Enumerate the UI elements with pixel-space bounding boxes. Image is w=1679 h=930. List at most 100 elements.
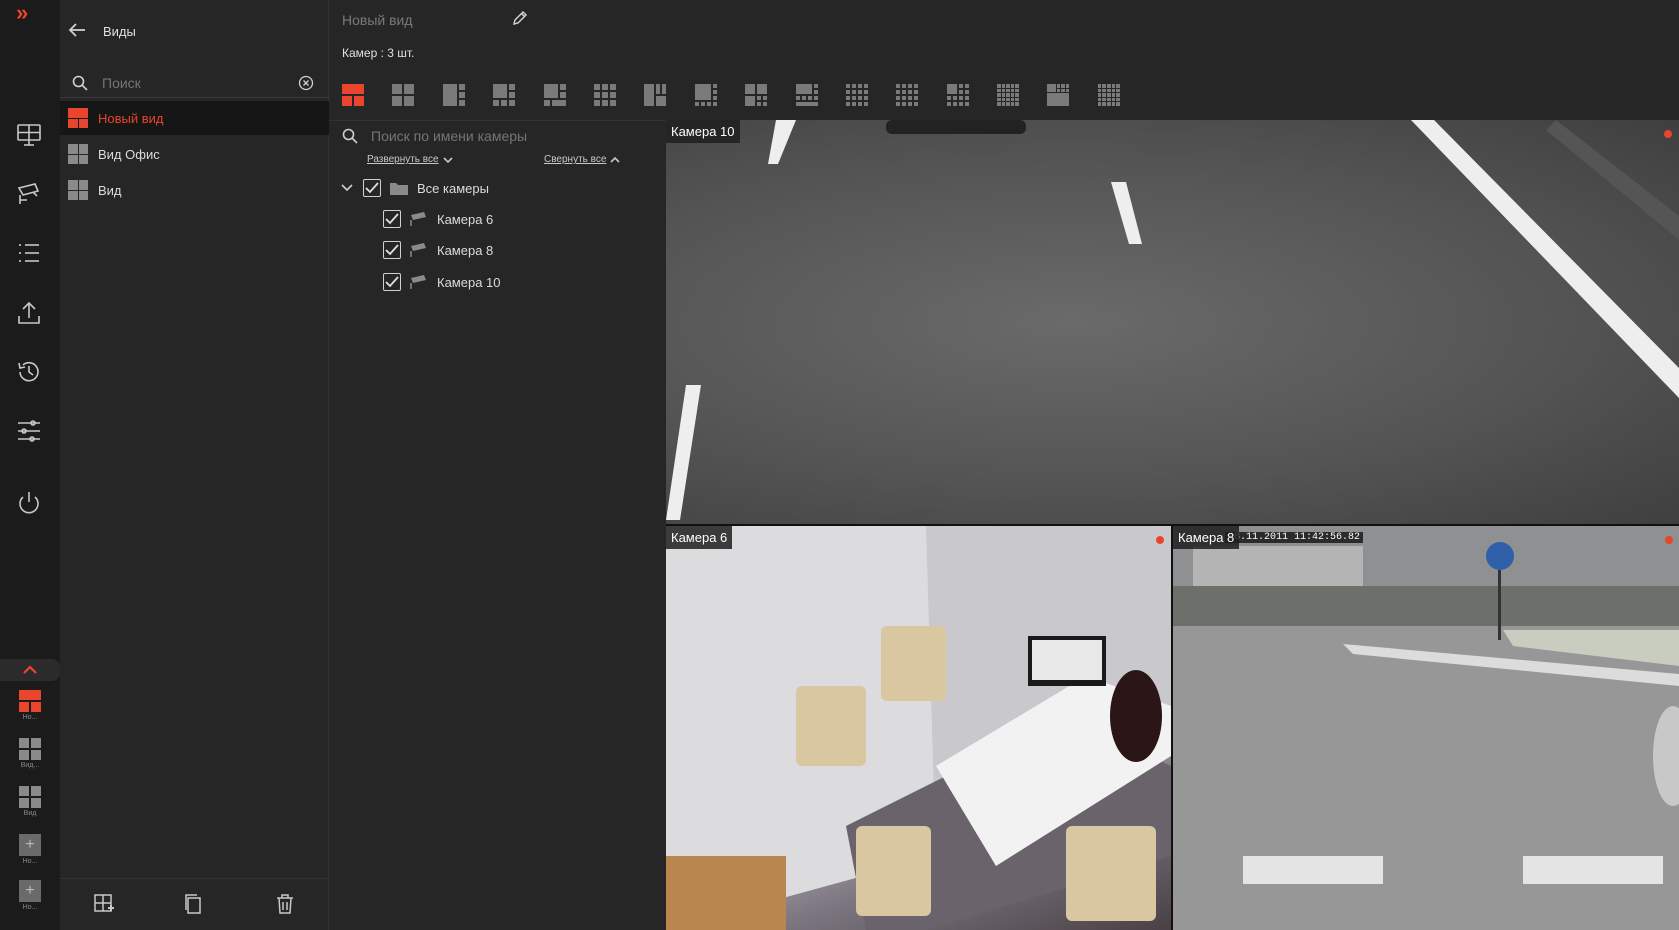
camera-icon[interactable] [12, 177, 46, 211]
layout-option-13[interactable] [946, 84, 969, 106]
upload-icon[interactable] [12, 296, 46, 330]
collapse-quick-views-button[interactable] [0, 659, 60, 681]
folder-icon [390, 183, 408, 195]
recording-dot [1156, 536, 1164, 544]
camera-title: Камера 6 [666, 526, 733, 549]
copy-icon [185, 894, 201, 914]
view-item-new[interactable]: Новый вид [60, 101, 329, 135]
edit-name-button[interactable] [512, 10, 530, 28]
view-item-view[interactable]: Вид [60, 173, 329, 207]
recording-dot [1665, 536, 1673, 544]
collapse-all-link[interactable]: Свернуть все [544, 154, 620, 165]
chevron-up-icon [610, 156, 620, 163]
add-view-button[interactable] [93, 893, 117, 917]
views-panel: Виды Новый вид Вид Офис Вид [60, 0, 329, 930]
pencil-icon [512, 10, 528, 26]
history-icon[interactable] [12, 355, 46, 389]
layout-icon [19, 690, 41, 712]
chevron-down-icon[interactable] [341, 184, 353, 192]
clear-search-icon[interactable] [298, 75, 314, 91]
list-icon[interactable] [12, 236, 46, 270]
add-layout-icon: + [19, 834, 41, 856]
left-rail: » Но... Вид... Вид + Но... + Но... [0, 0, 60, 930]
monitor-icon[interactable] [12, 118, 46, 152]
quick-view-label: Но... [22, 858, 38, 865]
layout-option-14[interactable] [997, 84, 1020, 106]
street-scene [1173, 526, 1679, 930]
back-arrow-icon[interactable] [68, 22, 90, 40]
layout-option-6[interactable] [593, 84, 616, 106]
layout-picker [342, 84, 1120, 106]
tree-root-row[interactable]: Все камеры [341, 176, 489, 200]
views-header: Виды [60, 0, 329, 64]
tree-camera-row[interactable]: Камера 10 [383, 270, 501, 294]
search-icon [342, 128, 358, 144]
camera-icon [410, 275, 426, 289]
search-icon [72, 75, 88, 91]
camera-label: Камера 10 [437, 274, 501, 290]
camera-search [329, 121, 666, 151]
views-search-input[interactable] [102, 72, 292, 94]
layout-option-3[interactable] [442, 84, 465, 106]
checkbox[interactable] [383, 241, 401, 259]
video-tile-bottom-left[interactable]: Камера 6 [666, 526, 1171, 930]
layout-option-15[interactable] [1047, 84, 1070, 106]
expand-rail-icon[interactable]: » [16, 2, 44, 24]
tree-camera-row[interactable]: Камера 8 [383, 238, 493, 262]
expand-all-link[interactable]: Развернуть все [367, 154, 453, 165]
view-item-label: Новый вид [98, 110, 164, 126]
checkbox[interactable] [383, 273, 401, 291]
add-view-icon [94, 894, 114, 912]
sliders-icon[interactable] [12, 414, 46, 448]
view-name-field[interactable]: Новый вид [342, 12, 413, 28]
expand-all-label: Развернуть все [367, 154, 439, 165]
quick-view-3[interactable]: Вид [10, 786, 50, 817]
video-tile-top[interactable]: Камера 10 [666, 120, 1679, 524]
camera-label: Камера 8 [437, 242, 494, 258]
layout-icon [68, 108, 88, 128]
trash-icon [277, 894, 293, 914]
layout-option-9[interactable] [745, 84, 768, 106]
add-layout-icon: + [19, 880, 41, 902]
layout-option-10[interactable] [795, 84, 818, 106]
quick-view-5[interactable]: + Но... [10, 880, 50, 911]
quick-view-label: Но... [22, 904, 38, 911]
layout-option-8[interactable] [694, 84, 717, 106]
layout-option-2[interactable] [392, 84, 415, 106]
checkbox[interactable] [363, 179, 381, 197]
view-item-label: Вид [98, 182, 122, 198]
layout-option-16[interactable] [1097, 84, 1120, 106]
quick-view-4[interactable]: + Но... [10, 834, 50, 865]
view-item-office[interactable]: Вид Офис [60, 137, 329, 171]
layout-option-7[interactable] [644, 84, 667, 106]
quick-view-1[interactable]: Но... [10, 690, 50, 721]
video-grid: Камера 10 Камера 6 08.11.2011 11:42:56.8… [666, 120, 1679, 930]
tree-camera-row[interactable]: Камера 6 [383, 207, 493, 231]
chevron-up-icon [23, 665, 37, 674]
layout-option-1[interactable] [342, 84, 364, 106]
camera-search-input[interactable] [371, 125, 651, 147]
layout-icon [68, 144, 88, 164]
quick-view-2[interactable]: Вид... [10, 738, 50, 769]
camera-tree-panel: Развернуть все Свернуть все Все камеры К… [329, 120, 666, 930]
timestamp-overlay: 08.11.2011 11:42:56.82 [1225, 532, 1364, 543]
copy-view-button[interactable] [182, 893, 206, 917]
camera-title: Камера 10 [666, 120, 740, 143]
quick-view-label: Вид... [20, 762, 40, 769]
video-tile-bottom-right[interactable]: 08.11.2011 11:42:56.82 Камера 8 [1173, 526, 1679, 930]
layout-icon [19, 738, 41, 760]
power-icon[interactable] [12, 486, 46, 520]
layout-option-11[interactable] [845, 84, 868, 106]
collapse-all-label: Свернуть все [544, 154, 607, 165]
layout-option-4[interactable] [493, 84, 516, 106]
camera-count: Камер : 3 шт. [342, 46, 415, 60]
layout-option-5[interactable] [543, 84, 566, 106]
views-footer [60, 878, 329, 930]
checkbox[interactable] [383, 210, 401, 228]
views-search [60, 68, 329, 98]
camera-icon [410, 243, 426, 257]
camera-title: Камера 8 [1173, 526, 1240, 549]
view-editor: Новый вид Камер : 3 шт. [329, 0, 1679, 120]
layout-option-12[interactable] [896, 84, 919, 106]
delete-view-button[interactable] [274, 893, 298, 917]
